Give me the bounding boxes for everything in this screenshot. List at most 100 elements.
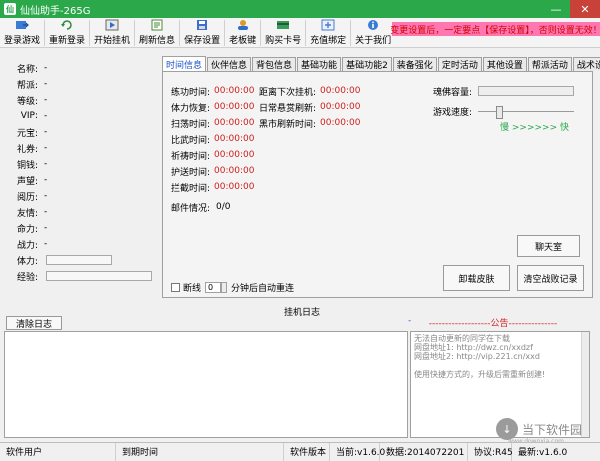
download-arrow-icon: ↓ (495, 418, 518, 440)
status-user-type: 软件用户 (0, 442, 116, 461)
stat-label: 元宝: (16, 128, 38, 139)
timer-value: 00:00:00 (320, 102, 361, 112)
announcement-scrollbar[interactable] (581, 332, 589, 437)
save-settings-button[interactable]: 保存设置 (180, 18, 224, 48)
stat-label: 友情: (16, 208, 38, 219)
tab-basic-functions[interactable]: 基础功能 (297, 57, 342, 71)
game-speed-slider[interactable] (478, 106, 575, 119)
refresh-info-button[interactable]: 刷新信息 (135, 18, 179, 48)
tab-other-settings[interactable]: 其他设置 (482, 57, 527, 71)
timer-row: 拦截时间: 00:00:00 (171, 180, 254, 194)
mail-row: 邮件情况: 0/0 (171, 200, 231, 214)
timer-value: 00:00:00 (214, 118, 255, 128)
start-afk-button[interactable]: 开始挂机 (90, 18, 134, 48)
stat-value: - (44, 95, 48, 105)
status-latest-version: 最新:v1.6.0 (518, 448, 568, 458)
stat-label: 铜钱: (16, 160, 38, 171)
tab-time-info[interactable]: 时间信息 (162, 56, 207, 71)
relogin-button[interactable]: 重新登录 (45, 18, 89, 48)
stat-value: - (44, 79, 48, 89)
stat-row-life-force: 命力: - (0, 220, 158, 236)
recharge-bind-label: 充值绑定 (310, 36, 347, 46)
timer-row: 日常悬赏刷新: 00:00:00 (259, 100, 360, 114)
timer-label: 比武时间: (171, 135, 211, 146)
save-settings-label: 保存设置 (184, 36, 221, 46)
reconnect-minutes-input[interactable]: 0 (205, 281, 222, 293)
auto-reconnect-row: 断线 0 分钟后自动重连 (171, 280, 294, 294)
reconnect-suffix: 分钟后自动重连 (231, 283, 295, 294)
tab-bag-info[interactable]: 背包信息 (252, 57, 297, 71)
disconnect-label: 断线 (183, 283, 202, 294)
buy-card-button[interactable]: 购买卡号 (261, 18, 305, 48)
tab-timed-events[interactable]: 定时活动 (437, 57, 482, 71)
status-expire-time: 到期时间 (116, 442, 284, 461)
stat-row-guild: 帮派: - (0, 76, 158, 92)
boss-key-button[interactable]: 老板键 (225, 18, 260, 48)
stat-label: 礼券: (16, 144, 38, 155)
chat-room-button[interactable]: 聊天室 (517, 235, 580, 257)
disconnect-checkbox[interactable] (171, 282, 180, 292)
timer-row: 黑市刷新时间: 00:00:00 (259, 116, 360, 130)
stamina-bar (46, 255, 112, 265)
unload-skin-button[interactable]: 卸载皮肤 (443, 265, 510, 291)
timer-label: 日常悬赏刷新: (259, 103, 317, 114)
stat-label: 战力: (16, 240, 38, 251)
buy-card-icon (276, 19, 290, 31)
status-bar: 软件用户 到期时间 软件版本 当前:v1.6.0 数据:2014072201 协… (0, 442, 600, 461)
announcement-line: 网盘地址2: http://vip.221.cn/xxd (414, 352, 540, 361)
tab-basic-functions-2[interactable]: 基础功能2 (342, 57, 392, 71)
stat-row-experience-points: 阅历: - (0, 188, 158, 204)
status-data-version: 数据:2014072201 (380, 442, 468, 461)
stat-row-stamina: 体力: (0, 252, 158, 268)
timer-row: 护送时间: 00:00:00 (171, 164, 254, 178)
watermark-text: 当下软件园 (521, 422, 582, 437)
clear-log-button[interactable]: 清除日志 (6, 316, 62, 330)
timer-row: 距离下次挂机: 00:00:00 (259, 84, 360, 98)
timer-value: 00:00:00 (214, 182, 255, 192)
announcement-collapse[interactable]: - (408, 316, 411, 326)
tab-equipment-enhance[interactable]: 装备强化 (392, 57, 437, 71)
timer-value: 00:00:00 (320, 118, 361, 128)
about-us-button[interactable]: 关于我们 (351, 18, 395, 48)
afk-log-area[interactable] (4, 331, 408, 438)
stat-label: 体力: (16, 256, 38, 267)
tab-partner-info[interactable]: 伙伴信息 (207, 57, 252, 71)
login-game-label: 登录游戏 (4, 36, 41, 46)
slider-thumb[interactable] (496, 106, 504, 119)
login-game-button[interactable]: 登录游戏 (0, 18, 44, 48)
reconnect-spin-arrows[interactable] (221, 281, 228, 293)
window-title: 仙仙助手-265G (20, 5, 91, 17)
timer-value: 00:00:00 (214, 102, 255, 112)
stat-row-prestige: 声望: - (0, 172, 158, 188)
speed-slow-label: 慢 (500, 123, 510, 133)
stat-label: 帮派: (16, 80, 38, 91)
time-info-panel: 练功时间: 00:00:00 体力恢复: 00:00:00 扫荡时间: 00:0… (162, 71, 593, 298)
recharge-bind-button[interactable]: 充值绑定 (306, 18, 350, 48)
mail-label: 邮件情况: (171, 203, 211, 214)
timer-label: 黑市刷新时间: (259, 119, 317, 130)
minimize-button[interactable]: — (542, 0, 570, 18)
stat-label: 经验: (16, 272, 38, 283)
timer-value: 00:00:00 (320, 86, 361, 96)
clear-defeat-record-button[interactable]: 清空战败记录 (517, 265, 584, 291)
stat-row-exp: 经验: (0, 268, 158, 284)
stat-row-ingot: 元宝: - (0, 124, 158, 140)
relogin-label: 重新登录 (49, 36, 86, 46)
timer-label: 护送时间: (171, 167, 211, 178)
speed-arrows: >>>>>> (511, 123, 558, 133)
tab-tactics-settings[interactable]: 战术设置 (572, 57, 600, 71)
timer-label: 体力恢复: (171, 103, 211, 114)
title-bar: 仙 仙仙助手-265G — ✕ (0, 0, 600, 18)
timer-row: 比武时间: 00:00:00 (171, 132, 254, 146)
tab-guild-events[interactable]: 帮派活动 (527, 57, 572, 71)
stat-row-coupon: 礼券: - (0, 140, 158, 156)
function-tabs: 时间信息 伙伴信息 背包信息 基础功能 基础功能2 装备强化 定时活动 其他设置… (162, 56, 600, 71)
timer-row: 体力恢复: 00:00:00 (171, 100, 254, 114)
stat-label: 阅历: (16, 192, 38, 203)
buy-card-label: 购买卡号 (265, 36, 302, 46)
about-icon (366, 19, 380, 31)
close-button[interactable]: ✕ (570, 0, 600, 18)
stat-row-name: 名称: - (0, 60, 158, 76)
game-speed-label: 游戏速度: (433, 107, 473, 118)
capacity-bar (478, 86, 575, 96)
